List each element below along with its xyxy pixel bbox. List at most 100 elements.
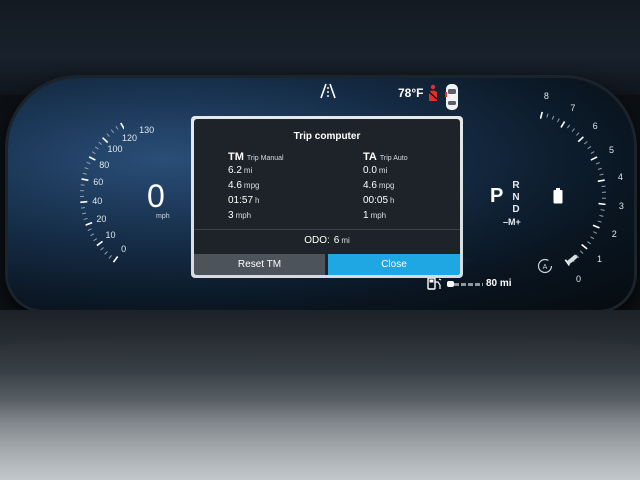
reset-tm-button[interactable]: Reset TM <box>194 254 325 275</box>
gauge-needle-rest <box>566 254 578 265</box>
gauge-major-tick <box>102 137 109 144</box>
gauge-tick-label: 7 <box>570 102 576 113</box>
seatbelt-warning-icon <box>428 84 438 101</box>
dashboard-ridge <box>0 335 640 375</box>
gauge-minor-tick <box>557 118 560 123</box>
gauge-minor-tick <box>599 214 604 217</box>
gauge-minor-tick <box>571 128 575 132</box>
speedometer-gauge <box>80 122 124 263</box>
gauge-minor-tick <box>551 115 555 120</box>
gauge-major-tick <box>112 256 119 263</box>
outside-temperature: 78°F <box>398 86 424 100</box>
gauge-major-tick <box>581 243 588 250</box>
gauge-minor-tick <box>587 146 592 150</box>
trip-manual-label: Trip Manual <box>246 155 284 162</box>
ta-avg-speed: 1 mph <box>363 210 387 221</box>
auto-start-stop-icon: A <box>537 258 553 274</box>
gauge-minor-tick <box>100 247 104 251</box>
trip-manual-header: TM Trip Manual <box>228 151 284 163</box>
road-ahead-icon <box>320 83 336 99</box>
gauge-major-tick <box>80 200 88 204</box>
tm-time: 01:57 h <box>228 195 260 206</box>
gauge-minor-tick <box>91 151 96 155</box>
gauge-tick-label: 5 <box>608 144 614 155</box>
trip-auto-label: Trip Auto <box>379 155 408 162</box>
svg-text:A: A <box>543 264 548 271</box>
dialog-title: Trip computer <box>293 131 361 142</box>
gear-option-n: N <box>512 192 520 203</box>
odometer-label: ODO: <box>304 235 330 246</box>
speed-unit: mph <box>156 213 170 220</box>
gauge-tick-label: 10 <box>105 230 116 241</box>
ta-time: 00:05 h <box>363 195 395 206</box>
gauge-minor-tick <box>83 217 88 221</box>
gauge-major-tick <box>96 240 103 247</box>
gauge-minor-tick <box>579 250 584 254</box>
odometer-value: 6 <box>333 235 340 246</box>
trip-computer-panel: Trip computer TM Trip Manual 6.2 mi 4.6 mpg… <box>194 119 460 275</box>
gauge-tick-label: 120 <box>121 132 137 143</box>
gauge-tick-label: 40 <box>92 195 103 206</box>
dashboard-highlight <box>0 400 640 480</box>
gauge-tick-label: 20 <box>96 214 107 224</box>
gauge-tick-label: 1 <box>597 253 603 264</box>
ta-distance: 0.0 mi <box>363 165 388 176</box>
gauge-major-tick <box>597 179 605 183</box>
gauge-minor-tick <box>108 255 112 259</box>
trip-auto-code: TA <box>363 151 377 163</box>
gauge-major-tick <box>590 156 598 161</box>
tm-distance: 6.2 mi <box>228 165 253 176</box>
gauge-minor-tick <box>576 132 580 136</box>
gauge-tick-label: 2 <box>611 229 617 240</box>
gauge-minor-tick <box>82 212 87 215</box>
gauge-minor-tick <box>587 241 591 245</box>
gauge-major-tick <box>85 221 93 226</box>
gauge-major-tick <box>120 122 124 130</box>
fuel-gauge-fill <box>447 281 455 287</box>
car-topview-icon <box>445 84 458 110</box>
gauge-minor-tick <box>115 125 119 130</box>
gauge-minor-tick <box>566 124 571 129</box>
gauge-tick-label: 60 <box>93 177 104 188</box>
close-button[interactable]: Close <box>328 254 460 275</box>
fuel-range: 80 mi <box>486 278 512 289</box>
gauge-tick-label: 4 <box>617 172 623 183</box>
gauge-minor-tick <box>82 172 87 175</box>
gauge-major-tick <box>560 121 566 128</box>
gauge-minor-tick <box>590 151 595 155</box>
gauge-minor-tick <box>104 251 108 255</box>
gauge-minor-tick <box>80 207 86 209</box>
gauge-major-tick <box>81 178 89 182</box>
trip-manual-column: TM Trip Manual 6.2 mi 4.6 mpg 01:57 h 3 mph <box>228 151 284 223</box>
gauge-tick-label: 0 <box>121 243 127 254</box>
trip-manual-code: TM <box>228 151 244 163</box>
gear-option-d: D <box>512 204 520 215</box>
gauge-tick-label: 80 <box>99 159 110 170</box>
tm-avg-speed: 3 mph <box>228 210 252 221</box>
gauge-minor-tick <box>595 162 600 165</box>
gauge-minor-tick <box>600 209 605 211</box>
gauge-major-tick <box>540 111 544 119</box>
battery-icon <box>553 188 563 204</box>
gear-options: R N D <box>510 180 522 216</box>
dialog-divider <box>194 229 460 230</box>
gauge-tick-label: 8 <box>543 91 549 102</box>
gauge-minor-tick <box>86 161 91 165</box>
speed-readout: 0 <box>147 178 165 214</box>
gauge-major-tick <box>592 224 600 229</box>
gauge-minor-tick <box>93 238 98 242</box>
gauge-minor-tick <box>98 141 103 146</box>
tm-economy: 4.6 mpg <box>228 180 260 191</box>
odometer: ODO: 6 mi <box>194 235 460 246</box>
gauge-minor-tick <box>94 146 99 150</box>
gauge-major-tick <box>577 136 584 143</box>
gauge-minor-tick <box>590 236 595 240</box>
gear-option-r: R <box>512 180 520 191</box>
gauge-major-tick <box>598 202 606 206</box>
trip-auto-header: TA Trip Auto <box>363 151 408 163</box>
gauge-minor-tick <box>593 231 598 234</box>
gauge-major-tick <box>88 156 96 161</box>
gauge-tick-label: 100 <box>107 144 123 155</box>
gauge-minor-tick <box>90 233 95 237</box>
gauge-tick-label: 130 <box>139 125 155 136</box>
